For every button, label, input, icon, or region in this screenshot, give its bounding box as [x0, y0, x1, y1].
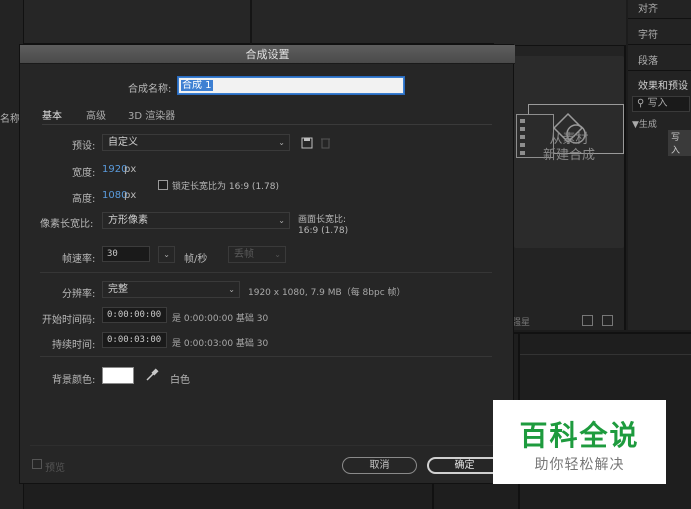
frame-aspect-label: 画面长宽比: — [298, 215, 347, 225]
watermark: 百科全说 助你轻松解决 — [493, 400, 666, 484]
start-timecode-info: 是 0:00:00:00 基础 30 — [172, 314, 269, 324]
bg-color-swatch[interactable] — [102, 367, 134, 384]
bg-color-name: 白色 — [170, 375, 190, 386]
save-preset-icon[interactable] — [300, 135, 315, 150]
effects-search-input[interactable]: ⚲ 写入 — [632, 96, 690, 112]
panel-effects-presets[interactable]: 效果和预设 — [638, 77, 688, 92]
preview-checkbox[interactable] — [32, 459, 42, 469]
tab-advanced[interactable]: 高级 — [86, 107, 106, 122]
ok-button[interactable]: 确定 — [427, 457, 502, 474]
comp-name-input[interactable]: 合成 1 — [178, 77, 404, 94]
frame-rate-unit: 帧/秒 — [184, 254, 208, 265]
width-label: 宽度: — [72, 168, 96, 179]
chevron-down-icon: ⌄ — [228, 285, 235, 294]
eyedropper-icon[interactable] — [144, 367, 160, 383]
footer-close-icon[interactable] — [602, 315, 613, 326]
new-comp-from-footage-label: 从素材 新建合成 — [542, 132, 595, 163]
frame-aspect-value: 16:9 (1.78) — [298, 226, 349, 236]
left-panel-name-fragment: 名称 — [0, 114, 20, 125]
tree-item-write[interactable]: 写入 — [668, 130, 691, 156]
watermark-subtitle: 助你轻松解决 — [534, 457, 625, 473]
width-unit: px — [124, 164, 137, 175]
duration-info: 是 0:00:03:00 基础 30 — [172, 339, 269, 349]
pixel-aspect-select[interactable]: 方形像素 ⌄ — [102, 212, 290, 229]
pixel-aspect-label: 像素长宽比: — [40, 219, 94, 230]
lock-aspect-checkbox[interactable] — [158, 180, 168, 190]
resolution-label: 分辨率: — [62, 289, 96, 300]
start-timecode-input[interactable]: 0:00:00:00 — [102, 307, 167, 323]
composition-settings-dialog: 合成设置 合成名称: 合成 1 基本 高级 3D 渲染器 预设: 自定义 ⌄ 宽度… — [19, 44, 515, 484]
chevron-down-icon: ⌄ — [278, 138, 285, 147]
panel-paragraph[interactable]: 段落 — [638, 52, 658, 67]
panel-character[interactable]: 字符 — [638, 26, 658, 41]
chevron-down-icon: ⌄ — [274, 250, 281, 259]
footer-square-icon[interactable] — [582, 315, 593, 326]
dialog-title: 合成设置 — [20, 45, 515, 64]
chevron-down-icon: ⌄ — [163, 250, 170, 259]
frame-rate-dropdown[interactable]: ⌄ — [158, 246, 175, 263]
preview-label: 预览 — [45, 463, 65, 474]
delete-preset-icon[interactable] — [318, 135, 333, 150]
tab-3d-renderer[interactable]: 3D 渲染器 — [128, 107, 175, 122]
start-timecode-label: 开始时间码: — [42, 315, 96, 326]
panel-footer: 强星 — [512, 312, 624, 328]
lock-aspect-label: 锁定长宽比为 16:9 (1.78) — [172, 182, 279, 192]
tab-basic[interactable]: 基本 — [42, 107, 62, 125]
search-icon: ⚲ — [637, 98, 645, 109]
duration-label: 持续时间: — [52, 340, 96, 351]
top-panel-strip — [24, 0, 494, 44]
frame-rate-input[interactable]: 30 — [102, 246, 150, 262]
resolution-select[interactable]: 完整 ⌄ — [102, 281, 240, 298]
frame-rate-label: 帧速率: — [62, 254, 96, 265]
resolution-info: 1920 x 1080, 7.9 MB（每 8bpc 帧） — [248, 288, 406, 298]
footer-text: 强星 — [512, 318, 531, 328]
preset-label: 预设: — [72, 141, 96, 152]
preset-select[interactable]: 自定义 ⌄ — [102, 134, 290, 151]
right-side-panel: 对齐 字符 段落 效果和预设 ⚲ 写入 ▼生成 写入 — [628, 0, 691, 330]
drop-frame-select[interactable]: 丢帧 ⌄ — [228, 246, 286, 263]
chevron-down-icon: ⌄ — [278, 216, 285, 225]
watermark-title: 百科全说 — [519, 419, 640, 452]
cancel-button[interactable]: 取消 — [342, 457, 417, 474]
comp-name-label: 合成名称: — [128, 84, 172, 95]
height-label: 高度: — [72, 194, 96, 205]
duration-input[interactable]: 0:00:03:00 — [102, 332, 167, 348]
tree-item-generate[interactable]: ▼生成 — [632, 117, 657, 130]
panel-align[interactable]: 对齐 — [638, 0, 658, 15]
height-unit: px — [124, 190, 137, 201]
bg-color-label: 背景颜色: — [52, 375, 96, 386]
